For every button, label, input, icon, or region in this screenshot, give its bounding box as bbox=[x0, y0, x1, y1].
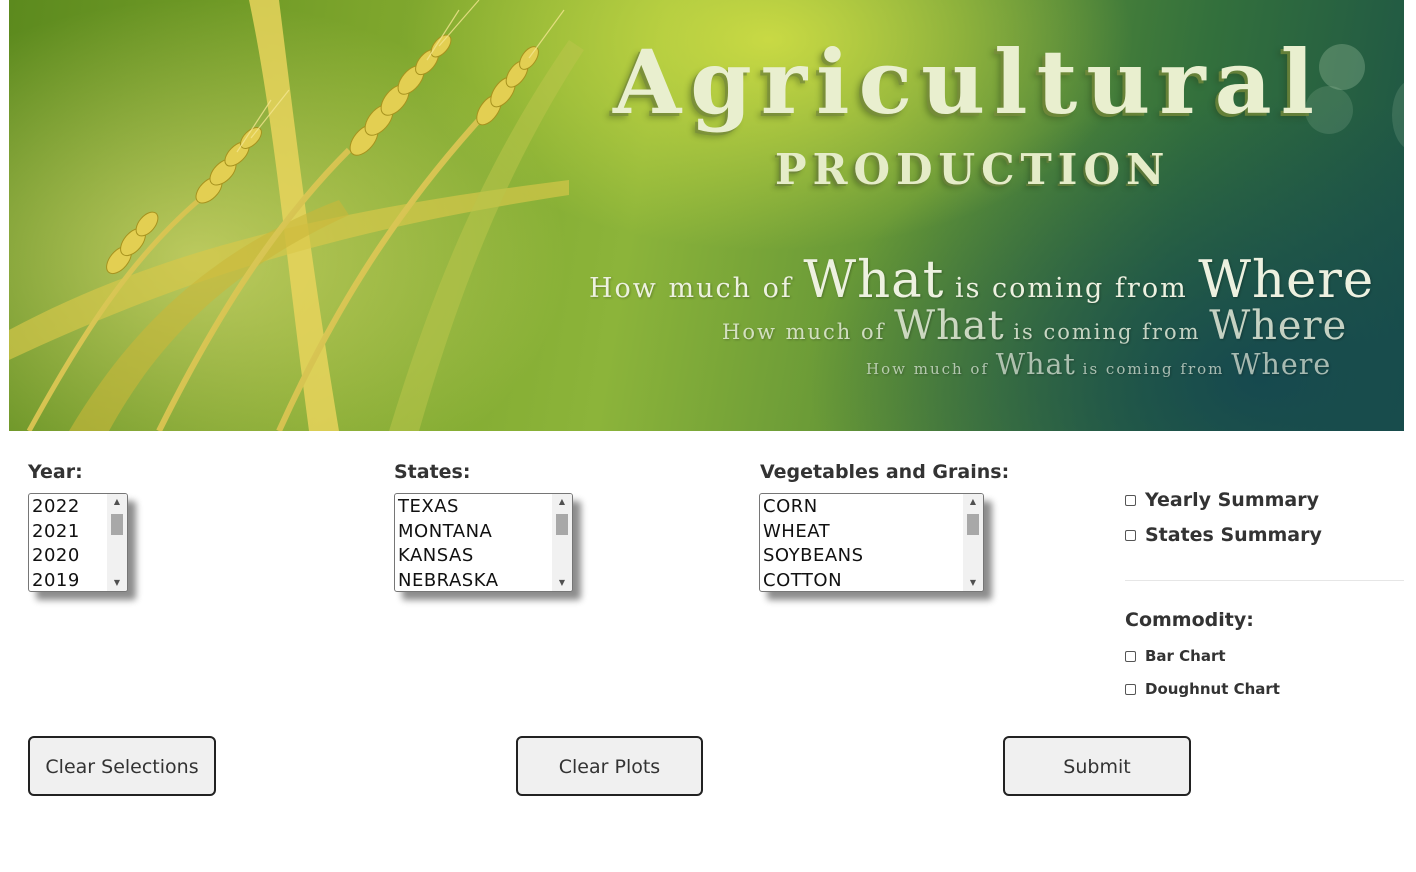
banner-tagline-echo: How much of What is coming from Where bbox=[722, 303, 1347, 349]
clear-plots-button[interactable]: Clear Plots bbox=[516, 736, 703, 796]
commodity-option[interactable]: COTTON bbox=[760, 568, 983, 592]
tagline-what: What bbox=[995, 348, 1076, 381]
tagline-what: What bbox=[894, 303, 1005, 349]
banner-subtitle: PRODUCTION bbox=[775, 145, 1171, 194]
states-summary-label: States Summary bbox=[1145, 524, 1322, 546]
clear-selections-button[interactable]: Clear Selections bbox=[28, 736, 216, 796]
scroll-down-arrow-icon[interactable]: ▼ bbox=[107, 575, 127, 591]
tagline-part: is coming from bbox=[1013, 320, 1201, 344]
section-divider bbox=[1125, 580, 1404, 581]
banner-tagline: How much of What is coming from Where bbox=[589, 250, 1374, 310]
commodity-option[interactable]: SOYBEANS bbox=[760, 543, 983, 568]
banner-tagline-echo: How much of What is coming from Where bbox=[866, 348, 1331, 381]
commodity-option[interactable]: WHEAT bbox=[760, 519, 983, 544]
yearly-summary-label: Yearly Summary bbox=[1145, 489, 1319, 511]
tagline-part: How much of bbox=[722, 320, 886, 344]
commodities-listbox[interactable]: CORN WHEAT SOYBEANS COTTON ▲ ▼ bbox=[759, 493, 984, 592]
scroll-thumb[interactable] bbox=[967, 514, 979, 535]
scroll-up-arrow-icon[interactable]: ▲ bbox=[552, 494, 572, 510]
bar-chart-label: Bar Chart bbox=[1145, 647, 1226, 665]
checkbox-box[interactable] bbox=[1125, 494, 1136, 506]
tagline-where: Where bbox=[1209, 303, 1348, 349]
tagline-part: is coming from bbox=[1082, 360, 1225, 378]
scroll-up-arrow-icon[interactable]: ▲ bbox=[963, 494, 983, 510]
checkbox-box[interactable] bbox=[1125, 683, 1136, 695]
scroll-thumb[interactable] bbox=[556, 514, 568, 535]
doughnut-chart-label: Doughnut Chart bbox=[1145, 680, 1280, 698]
tagline-what: What bbox=[803, 250, 945, 310]
states-listbox[interactable]: TEXAS MONTANA KANSAS NEBRASKA ▲ ▼ bbox=[394, 493, 573, 592]
state-option[interactable]: MONTANA bbox=[395, 519, 572, 544]
scroll-down-arrow-icon[interactable]: ▼ bbox=[552, 575, 572, 591]
banner-title: Agricultural bbox=[613, 30, 1324, 134]
states-scrollbar[interactable]: ▲ ▼ bbox=[552, 494, 572, 591]
state-option[interactable]: TEXAS bbox=[395, 494, 572, 519]
commodities-label: Vegetables and Grains: bbox=[760, 461, 1010, 483]
yearly-summary-checkbox[interactable]: Yearly Summary bbox=[1125, 489, 1319, 511]
header-banner: Agricultural PRODUCTION How much of What… bbox=[9, 0, 1404, 431]
tagline-part: is coming from bbox=[954, 273, 1188, 304]
tagline-where: Where bbox=[1231, 348, 1332, 381]
tagline-part: How much of bbox=[589, 273, 793, 304]
commodities-scrollbar[interactable]: ▲ ▼ bbox=[963, 494, 983, 591]
scroll-up-arrow-icon[interactable]: ▲ bbox=[107, 494, 127, 510]
doughnut-chart-checkbox[interactable]: Doughnut Chart bbox=[1125, 680, 1280, 698]
checkbox-box[interactable] bbox=[1125, 650, 1136, 662]
commodity-option[interactable]: CORN bbox=[760, 494, 983, 519]
tagline-part: How much of bbox=[866, 360, 990, 378]
bar-chart-checkbox[interactable]: Bar Chart bbox=[1125, 647, 1226, 665]
year-scrollbar[interactable]: ▲ ▼ bbox=[107, 494, 127, 591]
bokeh-light bbox=[1319, 44, 1365, 90]
states-label: States: bbox=[394, 461, 471, 483]
year-listbox[interactable]: 2022 2021 2020 2019 ▲ ▼ bbox=[28, 493, 128, 592]
checkbox-box[interactable] bbox=[1125, 529, 1136, 541]
state-option[interactable]: NEBRASKA bbox=[395, 568, 572, 592]
state-option[interactable]: KANSAS bbox=[395, 543, 572, 568]
scroll-thumb[interactable] bbox=[111, 514, 123, 535]
year-label: Year: bbox=[28, 461, 83, 483]
states-summary-checkbox[interactable]: States Summary bbox=[1125, 524, 1322, 546]
scroll-down-arrow-icon[interactable]: ▼ bbox=[963, 575, 983, 591]
tagline-where: Where bbox=[1198, 250, 1375, 310]
submit-button[interactable]: Submit bbox=[1003, 736, 1191, 796]
commodity-chart-label: Commodity: bbox=[1125, 609, 1254, 631]
